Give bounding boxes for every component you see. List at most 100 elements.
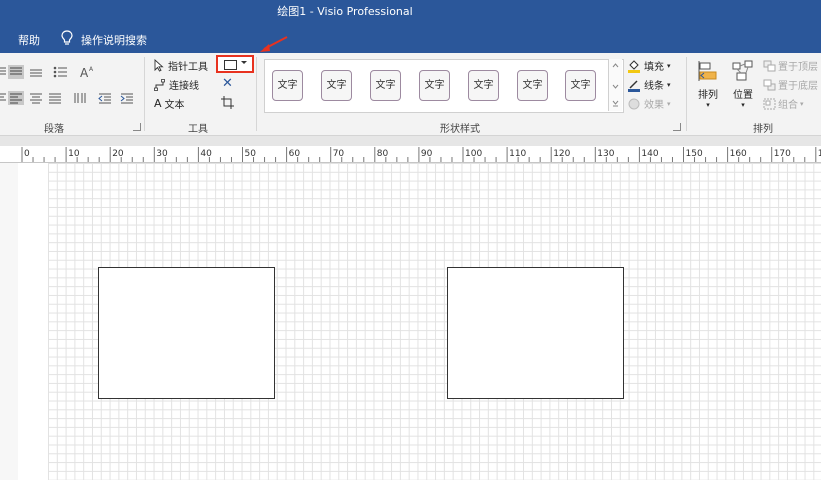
shape-style-swatch[interactable]: 文字 (370, 70, 401, 101)
bring-to-front-button[interactable]: 置于顶层 (763, 58, 818, 73)
ruler-label: 30 (156, 149, 168, 159)
group-separator (686, 57, 687, 131)
align-middle-icon[interactable] (28, 65, 44, 79)
rectangle-shape-dropdown[interactable] (216, 55, 254, 73)
ruler-label: 110 (509, 149, 527, 159)
shape-style-swatch[interactable]: 文字 (517, 70, 548, 101)
ribbon: AA 段落 指针工具 连接线 A 文本 ✕ 工具 文字 文字 文字 文字 文字 … (0, 53, 821, 136)
arrange-button[interactable]: 排列 ▾ (694, 59, 722, 115)
ruler-label: 120 (553, 149, 571, 159)
text-tool-icon: A (154, 97, 162, 110)
annotation-arrow-icon (260, 36, 288, 52)
window-title: 绘图1 - Visio Professional (277, 5, 413, 18)
increase-indent-icon[interactable] (119, 91, 135, 105)
position-icon (732, 60, 753, 81)
title-bar: 绘图1 - Visio Professional (0, 0, 821, 20)
effects-label: 效果 (644, 100, 664, 111)
fill-label: 填充 (644, 62, 664, 73)
paragraph-dialog-launcher[interactable] (133, 123, 141, 131)
align-top-icon[interactable] (8, 65, 24, 79)
ruler-label: 80 (376, 149, 389, 159)
ruler-label: 50 (244, 149, 256, 159)
gallery-scroll-icons (612, 63, 619, 107)
ruler-label: 130 (597, 149, 615, 159)
position-label: 位置 (733, 90, 753, 101)
page-margin (18, 163, 48, 480)
tab-help[interactable]: 帮助 (18, 32, 40, 48)
font-size-icon[interactable]: AA (79, 65, 95, 79)
group-button[interactable]: 组合 ▾ (763, 96, 804, 111)
group-separator (144, 57, 145, 131)
chevron-down-icon: ▾ (800, 99, 804, 108)
send-to-back-button[interactable]: 置于底层 (763, 77, 818, 92)
ruler-label: 150 (685, 149, 703, 159)
bring-to-front-icon (763, 60, 776, 71)
shape-style-swatch[interactable]: 文字 (272, 70, 303, 101)
align-center-icon[interactable] (28, 91, 44, 105)
gallery-scrollbar[interactable] (608, 59, 622, 111)
arrange-group-label: 排列 (753, 124, 773, 135)
chevron-down-icon: ▾ (741, 101, 745, 109)
connector-label: 连接线 (169, 81, 199, 92)
pen-line-icon (628, 79, 640, 92)
chevron-down-icon: ▾ (706, 101, 710, 109)
arrange-icon (698, 61, 717, 81)
svg-text:A: A (80, 66, 89, 79)
align-left-icon[interactable] (8, 91, 24, 105)
text-tool-button[interactable]: A 文本 (154, 96, 185, 111)
justify-icon[interactable] (47, 91, 63, 105)
shape-style-swatch[interactable]: 文字 (565, 70, 596, 101)
line-label: 线条 (644, 81, 664, 92)
effects-button[interactable]: 效果 ▾ (627, 96, 671, 111)
ruler-label: 70 (332, 149, 345, 159)
send-to-back-icon (763, 79, 776, 90)
ruler-label: 0 (24, 149, 30, 159)
menu-bar: 帮助 操作说明搜索 (0, 20, 821, 53)
shape-styles-group-label: 形状样式 (440, 124, 480, 135)
paint-bucket-icon (628, 59, 640, 73)
ruler-label: 140 (641, 149, 659, 159)
shape-style-swatch[interactable]: 文字 (419, 70, 450, 101)
position-button[interactable]: 位置 ▾ (729, 59, 757, 115)
tools-group-label: 工具 (188, 124, 208, 135)
decrease-indent-icon[interactable] (97, 91, 113, 105)
svg-text:A: A (89, 66, 94, 73)
ruler-label: 60 (288, 149, 301, 159)
vertical-ruler[interactable] (0, 163, 19, 480)
shape-style-gallery[interactable]: 文字 文字 文字 文字 文字 文字 文字 (264, 59, 624, 113)
chevron-down-icon: ▾ (667, 99, 671, 108)
group-label: 组合 (778, 100, 798, 111)
text-direction-icon[interactable] (73, 91, 89, 105)
pointer-tool-label: 指针工具 (168, 62, 208, 73)
crop-tool-icon[interactable] (221, 96, 235, 109)
connector-button[interactable]: 连接线 (154, 77, 199, 92)
ruler-label: 100 (465, 149, 483, 159)
ruler-label: 90 (420, 149, 433, 159)
pointer-tool-button[interactable]: 指针工具 (154, 58, 208, 73)
send-to-back-label: 置于底层 (778, 81, 818, 92)
effects-icon (628, 98, 640, 109)
rectangle-icon (224, 60, 237, 70)
rectangle-shape[interactable] (447, 267, 624, 399)
tell-me-search[interactable]: 操作说明搜索 (81, 32, 147, 48)
bullets-icon[interactable] (53, 65, 69, 79)
fill-button[interactable]: 填充 ▾ (627, 58, 671, 73)
chevron-down-icon: ▾ (667, 80, 671, 89)
ruler-label: 10 (68, 149, 80, 159)
arrange-label: 排列 (698, 90, 718, 101)
shape-styles-dialog-launcher[interactable] (673, 123, 681, 131)
chevron-down-icon (241, 61, 247, 64)
line-button[interactable]: 线条 ▾ (627, 77, 671, 92)
delete-icon[interactable]: ✕ (222, 76, 233, 91)
ruler-label: 170 (773, 149, 791, 159)
horizontal-ruler[interactable]: 0 10 20 30 40 50 60 70 80 90 100 110 120 130 140 150 160… (0, 146, 821, 163)
ruler-label: 160 (729, 149, 747, 159)
rectangle-shape[interactable] (98, 267, 275, 399)
pointer-icon (154, 59, 164, 72)
group-separator (256, 57, 257, 131)
lightbulb-icon[interactable] (60, 30, 74, 46)
shape-style-swatch[interactable]: 文字 (321, 70, 352, 101)
connector-icon (154, 78, 165, 91)
paragraph-group-label: 段落 (44, 124, 64, 135)
shape-style-swatch[interactable]: 文字 (468, 70, 499, 101)
